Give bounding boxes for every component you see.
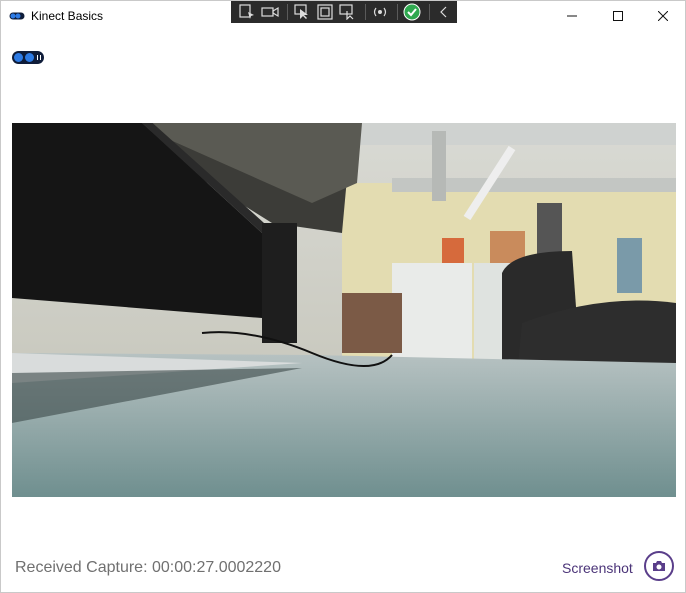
camera-icon (653, 561, 665, 571)
minimize-button[interactable] (549, 1, 595, 31)
frame-icon (317, 4, 333, 20)
select-element-button[interactable] (237, 3, 256, 21)
pointer-icon (293, 4, 308, 19)
pointer-button[interactable] (292, 3, 311, 21)
screenshot-label[interactable]: Screenshot (562, 560, 633, 576)
select-element-icon (238, 4, 254, 19)
refresh-icon (339, 4, 354, 20)
minimize-icon (567, 15, 577, 17)
kinect-app-icon (9, 12, 25, 20)
frame-button[interactable] (315, 3, 334, 21)
maximize-icon (613, 11, 623, 21)
record-button[interactable] (260, 3, 279, 21)
toolbar-separator (365, 4, 367, 20)
toggle-dot (14, 53, 23, 62)
collapse-button[interactable] (434, 3, 453, 21)
xaml-debug-toolbar (231, 1, 457, 23)
toolbar-separator (397, 4, 399, 20)
camera-feed (12, 123, 676, 497)
toggle-dot (25, 53, 34, 62)
live-icon (373, 7, 386, 17)
collapse-icon (439, 6, 446, 18)
maximize-button[interactable] (595, 1, 641, 31)
camera-image (12, 123, 676, 497)
pause-icon (37, 55, 41, 60)
close-button[interactable] (640, 1, 686, 31)
live-button[interactable] (370, 3, 389, 21)
toolbar-separator (287, 4, 289, 20)
stream-toggle[interactable] (12, 51, 44, 64)
close-icon (658, 11, 668, 21)
app-window: Kinect Basics Received Capture: 00:00:27… (0, 0, 686, 593)
toolbar-separator (429, 4, 430, 20)
screenshot-button[interactable] (644, 551, 674, 581)
check-icon (403, 3, 421, 21)
capture-status: Received Capture: 00:00:27.0002220 (15, 559, 281, 576)
record-icon (261, 6, 279, 18)
check-button[interactable] (402, 3, 421, 21)
refresh-button[interactable] (338, 3, 357, 21)
window-title: Kinect Basics (31, 9, 104, 23)
